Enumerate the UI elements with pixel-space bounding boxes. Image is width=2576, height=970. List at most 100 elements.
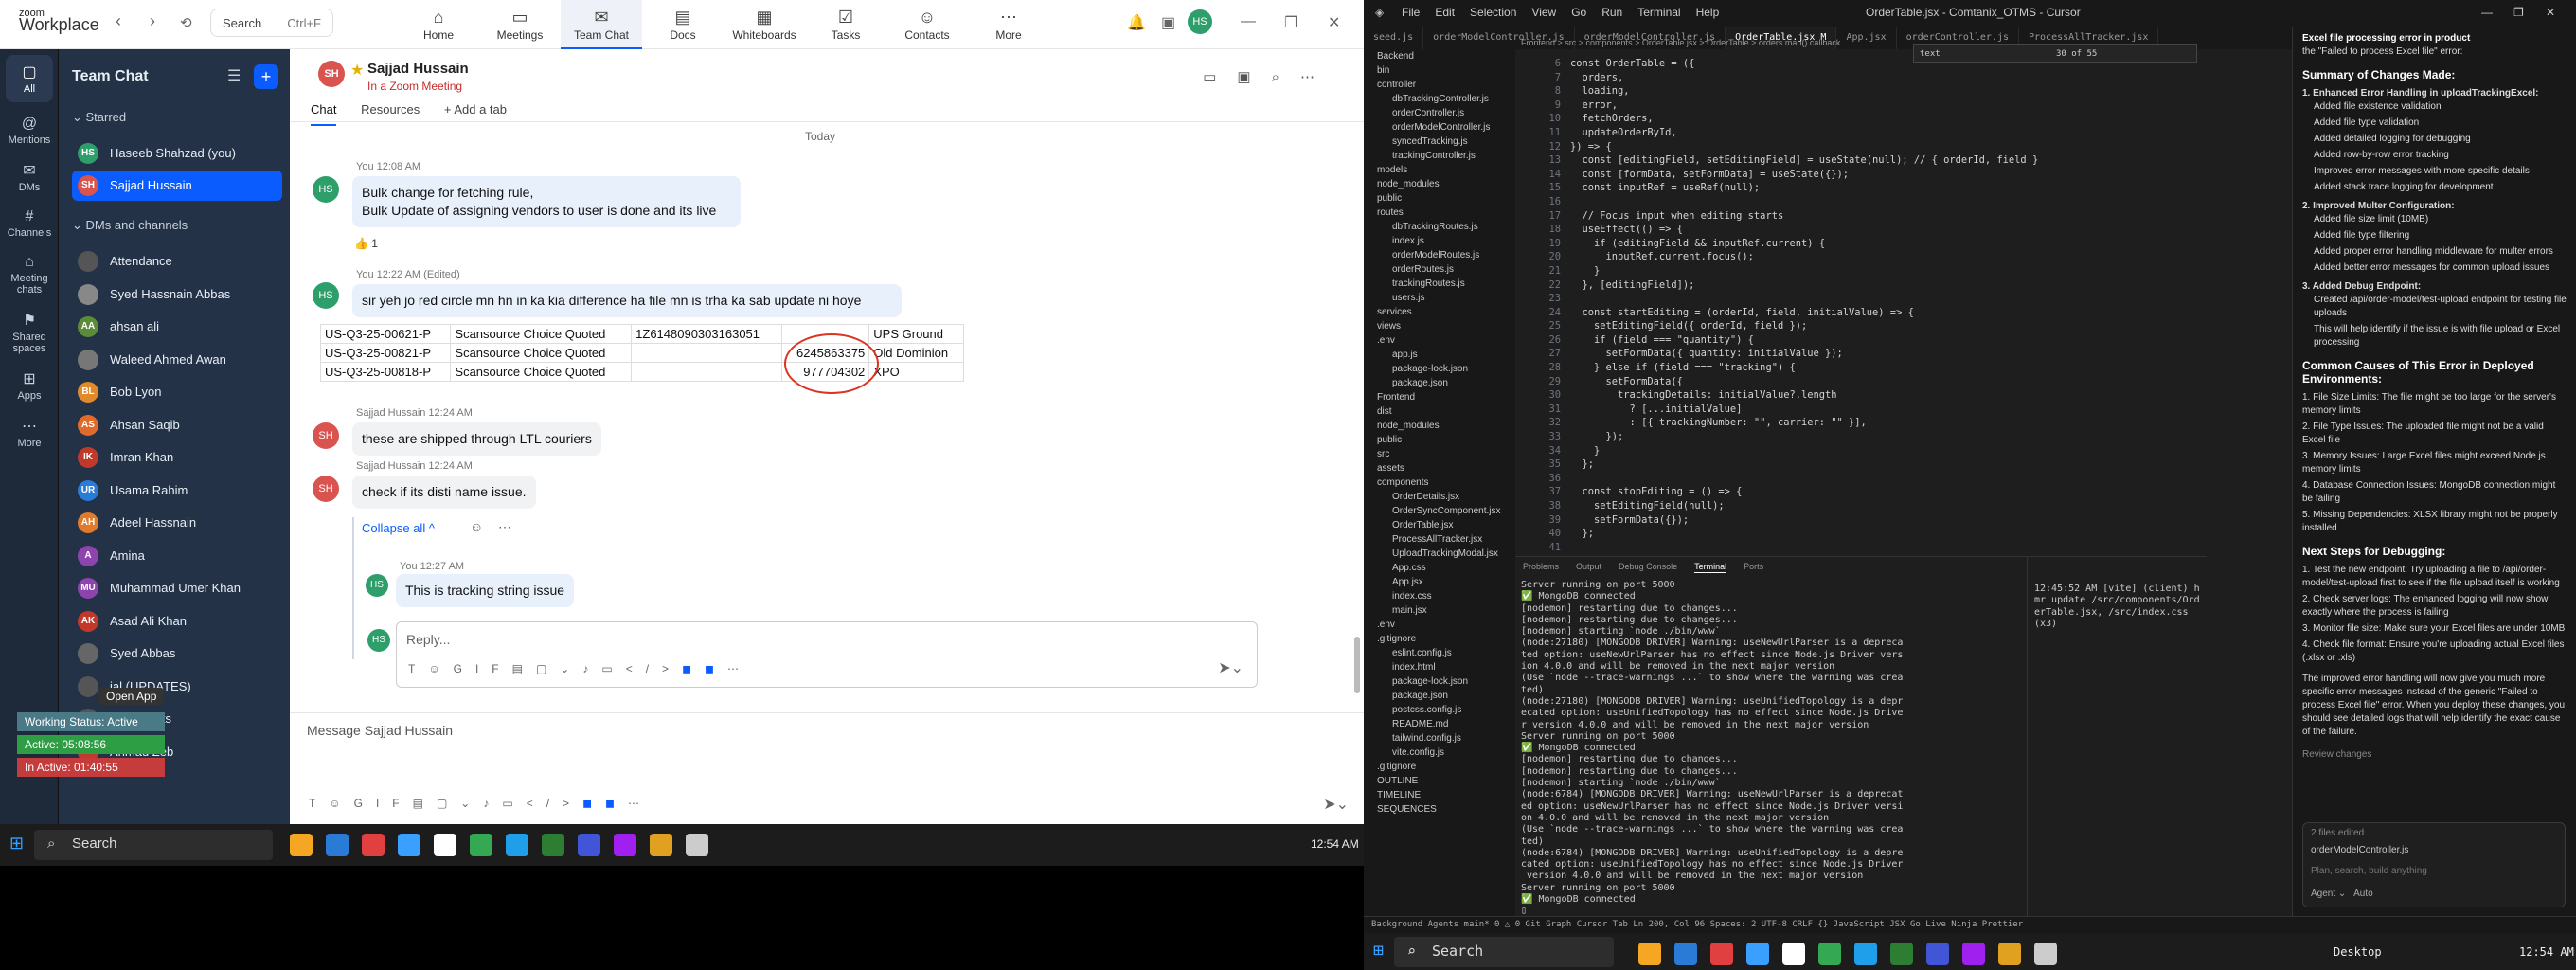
explorer-item[interactable]: SEQUENCES <box>1364 802 1515 817</box>
app-icon[interactable]: ◼ <box>705 662 727 675</box>
explorer-item[interactable]: .gitignore <box>1364 760 1515 774</box>
explorer-item[interactable]: orderController.js <box>1364 106 1515 120</box>
explorer-item[interactable]: assets <box>1364 461 1515 476</box>
window-icon[interactable]: ▣ <box>1161 13 1175 32</box>
explorer-item[interactable]: src <box>1364 447 1515 461</box>
editor-tab[interactable]: App.jsx <box>1836 27 1897 49</box>
sidebar-item[interactable]: A Amina <box>72 541 282 571</box>
taskbar-app-icon[interactable] <box>650 834 672 856</box>
taskbar-app-icon[interactable] <box>470 834 492 856</box>
tab-contacts[interactable]: ☺ Contacts <box>886 0 968 49</box>
explorer-item[interactable]: node_modules <box>1364 177 1515 191</box>
more-icon[interactable]: ⋯ <box>727 662 752 675</box>
back-icon[interactable]: ‹ <box>116 11 121 31</box>
sidebar-item[interactable]: AA ahsan ali <box>72 312 282 342</box>
rail-apps[interactable]: ⊞ Apps <box>0 362 59 409</box>
taskbar-app-icon[interactable] <box>1746 943 1769 965</box>
tab-chat[interactable]: Chat <box>311 102 337 126</box>
rail-more[interactable]: ⋯ More <box>0 409 59 457</box>
explorer-item[interactable]: App.jsx <box>1364 575 1515 589</box>
explorer-item[interactable]: controller <box>1364 78 1515 92</box>
more-icon[interactable]: ⋯ <box>628 797 653 810</box>
message-bubble[interactable]: Bulk change for fetching rule, Bulk Upda… <box>352 176 741 227</box>
explorer-item[interactable]: Backend <box>1364 49 1515 63</box>
starred-group[interactable]: ⌄ Starred <box>72 110 126 125</box>
reply-box[interactable]: Reply... T☺GIF▤▢⌄♪▭</>◼◼⋯ ➤⌄ <box>396 621 1258 688</box>
explorer-item[interactable]: dist <box>1364 404 1515 419</box>
app-icon[interactable]: ◼ <box>582 797 605 810</box>
explorer-item[interactable]: public <box>1364 191 1515 206</box>
explorer-item[interactable]: node_modules <box>1364 419 1515 433</box>
explorer-item[interactable]: users.js <box>1364 291 1515 305</box>
more-icon[interactable]: ⋯ <box>1300 69 1335 85</box>
app-icon[interactable]: ◼ <box>682 662 705 675</box>
maximize-icon[interactable]: ❐ <box>2513 6 2524 19</box>
explorer-item[interactable]: package-lock.json <box>1364 362 1515 376</box>
video-icon[interactable]: ▭ <box>601 662 625 675</box>
format-icon[interactable]: T <box>309 797 329 810</box>
gif-icon[interactable]: GIF <box>454 662 512 675</box>
edited-file[interactable]: orderModelController.js <box>2311 844 2408 857</box>
explorer-item[interactable]: tailwind.config.js <box>1364 731 1515 745</box>
emoji-icon[interactable]: ☺ <box>329 797 353 810</box>
desktop-label[interactable]: Desktop <box>2334 945 2382 959</box>
taskbar-app-icon[interactable] <box>1998 943 2021 965</box>
file-icon[interactable]: ▤ <box>413 797 437 810</box>
taskbar-app-icon[interactable] <box>686 834 708 856</box>
mode-select[interactable]: Agent ⌄ Auto <box>2311 888 2373 901</box>
close-icon[interactable]: ✕ <box>1328 13 1340 32</box>
explorer-item[interactable]: public <box>1364 433 1515 447</box>
chat-input-box[interactable]: 2 files edited orderModelController.js P… <box>2302 822 2566 907</box>
explorer-item[interactable]: routes <box>1364 206 1515 220</box>
menu-edit[interactable]: Edit <box>1435 6 1455 19</box>
tab-tasks[interactable]: ☑ Tasks <box>805 0 886 49</box>
tab-whiteboards[interactable]: ▦ Whiteboards <box>724 0 805 49</box>
explorer-item[interactable]: ProcessAllTracker.jsx <box>1364 532 1515 547</box>
taskbar-app-icon[interactable] <box>1782 943 1805 965</box>
taskbar-app-icon[interactable] <box>1962 943 1985 965</box>
sidebar-item[interactable]: AH Adeel Hassnain <box>72 508 282 538</box>
clock[interactable]: 12:54 AM <box>1311 837 1359 851</box>
screen-icon[interactable]: ▣ <box>1237 69 1271 85</box>
explorer-item[interactable]: orderRoutes.js <box>1364 262 1515 277</box>
taskbar-search[interactable]: ⌕ Search <box>1394 937 1614 967</box>
message-bubble[interactable]: check if its disti name issue. <box>352 476 536 509</box>
status-text[interactable]: Background Agents main* 0 △ 0 Git Graph … <box>1371 920 2023 929</box>
explorer-item[interactable]: trackingRoutes.js <box>1364 277 1515 291</box>
taskbar-app-icon[interactable] <box>362 834 385 856</box>
taskbar-app-icon[interactable] <box>1818 943 1841 965</box>
message-bubble[interactable]: these are shipped through LTL couriers <box>352 422 601 456</box>
terminal-output[interactable]: Server running on port 5000 ✅ MongoDB con… <box>1521 580 1903 918</box>
windows-start-icon[interactable]: ⊞ <box>9 834 24 853</box>
tab-team-chat[interactable]: ✉ Team Chat <box>561 0 642 49</box>
close-icon[interactable]: ✕ <box>2546 6 2555 19</box>
reaction[interactable]: 👍 1 <box>354 237 378 250</box>
app-icon[interactable]: ◼ <box>605 797 628 810</box>
sidebar-item[interactable]: SH Sajjad Hussain <box>72 171 282 201</box>
explorer-item[interactable]: TIMELINE <box>1364 788 1515 802</box>
taskbar-app-icon[interactable] <box>1854 943 1877 965</box>
explorer-item[interactable]: orderModelController.js <box>1364 120 1515 135</box>
menu-file[interactable]: File <box>1402 6 1420 19</box>
clock[interactable]: 12:54 AM <box>2519 945 2574 959</box>
explorer-item[interactable]: .env <box>1364 618 1515 632</box>
explorer-item[interactable]: .env <box>1364 333 1515 348</box>
panel-tab[interactable]: Ports <box>1744 561 1763 573</box>
sidebar-item[interactable]: AS Ahsan Saqib <box>72 410 282 440</box>
explorer-item[interactable]: package-lock.json <box>1364 674 1515 689</box>
message-bubble[interactable]: This is tracking string issue <box>396 574 575 607</box>
sidebar-item[interactable]: Waleed Ahmed Awan <box>72 345 282 375</box>
emoji-icon[interactable]: ☺ <box>470 519 483 534</box>
explorer-item[interactable]: OrderTable.jsx <box>1364 518 1515 532</box>
explorer-item[interactable]: index.css <box>1364 589 1515 603</box>
rail-channels[interactable]: # Channels <box>0 201 59 246</box>
explorer-item[interactable]: services <box>1364 305 1515 319</box>
explorer-item[interactable]: postcss.config.js <box>1364 703 1515 717</box>
sidebar-item[interactable]: Syed Hassnain Abbas <box>72 279 282 310</box>
taskbar-search[interactable]: ⌕ Search <box>34 830 273 860</box>
send-icon[interactable]: ➤⌄ <box>1323 795 1349 814</box>
menu-view[interactable]: View <box>1531 6 1556 19</box>
dms-group[interactable]: ⌄ DMs and channels <box>72 218 188 233</box>
explorer-item[interactable]: syncedTracking.js <box>1364 135 1515 149</box>
explorer-item[interactable]: main.jsx <box>1364 603 1515 618</box>
